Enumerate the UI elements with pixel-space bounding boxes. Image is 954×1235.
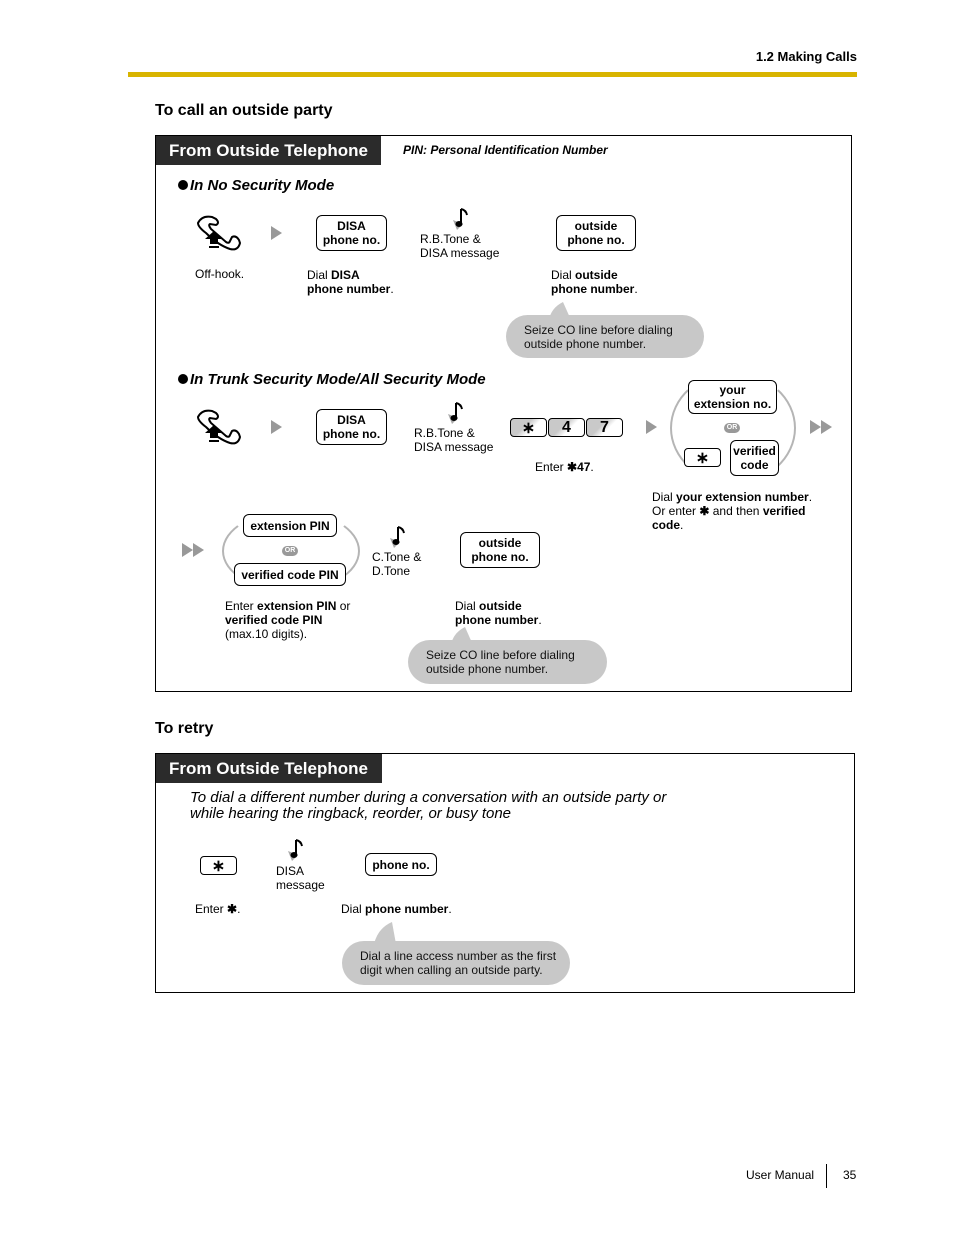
tip-bubble: Dial a line access number as the first d… (342, 941, 570, 985)
mode-trunk-security: In Trunk Security Mode/All Security Mode (178, 371, 486, 388)
tone-label: R.B.Tone & DISA message (414, 426, 494, 454)
mode-label: In Trunk Security Mode/All Security Mode (190, 371, 486, 388)
star-key: ∗ (200, 856, 237, 875)
outside-phone-key: outside phone no. (556, 215, 636, 251)
footer-doc-name: User Manual (746, 1168, 815, 1182)
disa-phone-key: DISA phone no. (316, 215, 387, 251)
next-arrow-icon (646, 420, 657, 434)
section-title-call-outside: To call an outside party (155, 102, 333, 119)
mode-label: In No Security Mode (190, 177, 335, 194)
header-rule (128, 72, 857, 77)
key-4: 4 (548, 418, 585, 437)
tone-label: DISA message (276, 864, 325, 892)
disa-phone-key: DISA phone no. (316, 409, 387, 445)
continue-arrow-icon (810, 420, 832, 434)
section-title-retry: To retry (155, 720, 214, 737)
dial-phone-label: Dial phone number. (341, 902, 452, 916)
key-7: 7 (586, 418, 623, 437)
off-hook-handset-icon (196, 409, 242, 445)
tone-label: C.Tone & D.Tone (372, 550, 422, 578)
tip-bubble: Seize CO line before dialing outside pho… (506, 315, 704, 358)
panel-tab: From Outside Telephone (156, 754, 382, 783)
dial-disa-label: Dial DISA phone number. (307, 268, 394, 296)
tone-icon (288, 839, 303, 861)
or-badge: OR (282, 546, 298, 556)
your-extension-key: your extension no. (688, 380, 777, 414)
tone-icon (390, 526, 405, 548)
bullet-icon (178, 374, 188, 384)
verified-code-pin-key: verified code PIN (234, 563, 346, 586)
footer-divider (826, 1164, 827, 1188)
tone-icon (448, 402, 463, 424)
phone-no-key: phone no. (365, 853, 437, 876)
bullet-icon (178, 180, 188, 190)
star-key: ∗ (510, 418, 547, 437)
off-hook-handset-icon (196, 215, 242, 251)
verified-code-key: verified code (730, 440, 779, 476)
offhook-label: Off-hook. (195, 267, 245, 281)
continue-arrow-icon (182, 543, 204, 557)
next-arrow-icon (271, 420, 282, 434)
tone-label: R.B.Tone & DISA message (420, 232, 500, 260)
star-key: ∗ (684, 448, 721, 467)
outside-phone-key: outside phone no. (460, 532, 540, 568)
dial-outside-label: Dial outside phone number. (455, 599, 542, 627)
enter-star-label: Enter ✱. (195, 902, 241, 916)
page-number: 35 (843, 1168, 857, 1182)
tip-bubble: Seize CO line before dialing outside pho… (408, 640, 607, 684)
pin-desc: Enter extension PIN or verified code PIN(… (225, 599, 351, 641)
dial-outside-label: Dial outside phone number. (551, 268, 638, 296)
or-badge: OR (724, 423, 740, 433)
extension-pin-key: extension PIN (243, 514, 337, 537)
tone-icon (453, 208, 468, 230)
section-header: 1.2 Making Calls (755, 49, 857, 64)
panel-tab: From Outside Telephone (156, 136, 381, 165)
pin-note: PIN: Personal Identification Number (403, 143, 608, 157)
extension-desc: Dial your extension number. Or enter ✱ an… (652, 490, 813, 532)
retry-intro: To dial a different number during a conv… (190, 789, 667, 822)
next-arrow-icon (271, 226, 282, 240)
enter-feature-label: Enter ✱47. (535, 460, 594, 474)
mode-no-security: In No Security Mode (178, 177, 334, 194)
